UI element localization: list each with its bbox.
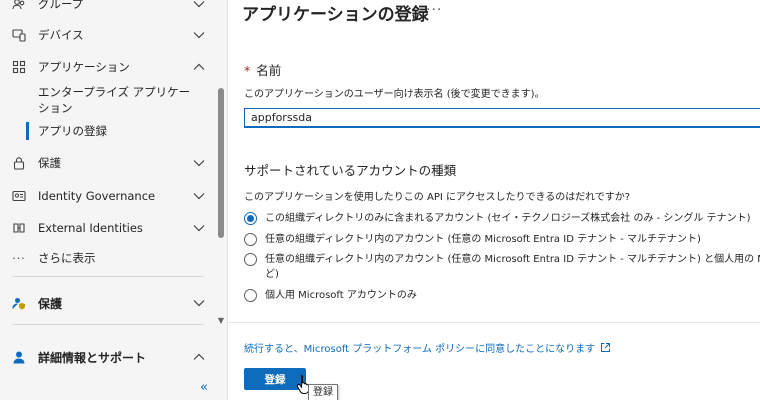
- account-type-option-personal-only[interactable]: 個人用 Microsoft アカウントのみ: [244, 288, 417, 303]
- sidebar-item-devices[interactable]: デバイス: [0, 19, 214, 51]
- required-marker: *: [244, 63, 251, 78]
- policy-link-text: 続行すると、Microsoft プラットフォーム ポリシーに同意したことになりま…: [244, 344, 596, 355]
- collapse-sidebar-button[interactable]: «: [200, 380, 208, 395]
- sidebar-item-label: External Identities: [38, 221, 143, 235]
- group-icon: [12, 0, 26, 11]
- radio-label: この組織ディレクトリのみに含まれるアカウント (セイ・テクノロジーズ株式会社 の…: [265, 213, 751, 224]
- sidebar-item-identity-governance[interactable]: Identity Governance: [0, 180, 214, 212]
- more-options-icon[interactable]: ···: [426, 2, 442, 18]
- sidebar: グループ デバイス アプリケーション エンタープライズ アプリケー ション アプ…: [0, 0, 228, 400]
- radio-label: 個人用 Microsoft アカウントのみ: [265, 290, 417, 301]
- name-field-label: * 名前: [244, 60, 281, 79]
- sidebar-subitem-label-cont: ション: [38, 101, 73, 115]
- sidebar-section-label: 詳細情報とサポート: [38, 350, 147, 365]
- chevron-up-icon[interactable]: [192, 60, 206, 74]
- name-label-text: 名前: [256, 63, 282, 78]
- chevron-down-icon[interactable]: [192, 296, 206, 310]
- sidebar-subitem-app-registrations[interactable]: アプリの登録: [38, 123, 107, 139]
- chevron-down-icon[interactable]: [192, 189, 206, 203]
- sidebar-subitem-enterprise-apps[interactable]: エンタープライズ アプリケー ション: [38, 84, 190, 116]
- lock-icon: [12, 156, 26, 170]
- chevron-down-icon[interactable]: [192, 0, 206, 11]
- chevron-up-icon[interactable]: [192, 350, 206, 364]
- account-types-title: サポートされているアカウントの種類: [244, 163, 457, 178]
- sidebar-item-show-more[interactable]: ··· さらに表示: [0, 242, 214, 274]
- sidebar-item-label: Identity Governance: [38, 189, 156, 203]
- radio-button[interactable]: [244, 253, 257, 266]
- more-icon: ···: [12, 251, 26, 265]
- sidebar-item-label: アプリケーション: [38, 60, 130, 74]
- sidebar-item-label: さらに表示: [38, 251, 96, 265]
- radio-label: 任意の組織ディレクトリ内のアカウント (任意の Microsoft Entra …: [265, 252, 760, 282]
- chevron-down-icon[interactable]: [192, 156, 206, 170]
- account-type-option-single-tenant[interactable]: この組織ディレクトリのみに含まれるアカウント (セイ・テクノロジーズ株式会社 の…: [244, 211, 751, 226]
- sidebar-section-protection[interactable]: 保護: [0, 287, 214, 319]
- app-name-input[interactable]: [244, 108, 760, 128]
- selected-indicator: [26, 122, 29, 140]
- protection-icon: [12, 296, 26, 310]
- radio-label: 任意の組織ディレクトリ内のアカウント (任意の Microsoft Entra …: [265, 234, 701, 245]
- account-type-option-multitenant-personal[interactable]: 任意の組織ディレクトリ内のアカウント (任意の Microsoft Entra …: [244, 252, 760, 282]
- radio-button[interactable]: [244, 289, 257, 302]
- support-icon: [12, 350, 26, 364]
- sidebar-subitem-label: エンタープライズ アプリケー: [38, 85, 191, 99]
- main-content: アプリケーションの登録 ··· * 名前 このアプリケーションのユーザー向け表示名…: [228, 0, 760, 400]
- chevron-down-icon[interactable]: [192, 28, 206, 42]
- external-identities-icon: [12, 221, 26, 235]
- external-link-icon: [600, 342, 611, 353]
- footer-separator: [228, 322, 760, 323]
- devices-icon: [12, 28, 26, 42]
- sidebar-item-label: デバイス: [38, 28, 84, 42]
- radio-button[interactable]: [244, 212, 257, 225]
- name-field-description: このアプリケーションのユーザー向け表示名 (後で変更できます)。: [244, 89, 545, 100]
- identity-governance-icon: [12, 189, 26, 203]
- page-title: アプリケーションの登録: [242, 5, 429, 25]
- radio-label-line1: 任意の組織ディレクトリ内のアカウント (任意の Microsoft Entra …: [265, 254, 760, 265]
- radio-label-line2: ど): [265, 269, 279, 280]
- sidebar-item-groups[interactable]: グループ: [0, 0, 214, 20]
- sidebar-item-label: グループ: [38, 0, 84, 11]
- radio-button[interactable]: [244, 233, 257, 246]
- sidebar-item-label: 保護: [38, 156, 61, 170]
- sidebar-subitem-label: アプリの登録: [38, 124, 107, 138]
- sidebar-section-label: 保護: [38, 296, 63, 311]
- sidebar-item-applications[interactable]: アプリケーション: [0, 51, 214, 83]
- applications-icon: [12, 60, 26, 74]
- sidebar-item-external-identities[interactable]: External Identities: [0, 212, 214, 244]
- sidebar-divider: [12, 324, 204, 325]
- account-type-option-multitenant[interactable]: 任意の組織ディレクトリ内のアカウント (任意の Microsoft Entra …: [244, 232, 701, 247]
- scroll-down-arrow-icon[interactable]: ▼: [216, 316, 226, 326]
- sidebar-section-support[interactable]: 詳細情報とサポート: [0, 341, 214, 373]
- platform-policy-link[interactable]: 続行すると、Microsoft プラットフォーム ポリシーに同意したことになりま…: [244, 340, 611, 355]
- register-tooltip: 登録: [308, 384, 338, 400]
- sidebar-item-protection[interactable]: 保護: [0, 147, 214, 179]
- account-types-question: このアプリケーションを使用したりこの API にアクセスしたりできるのはだれです…: [244, 192, 631, 203]
- sidebar-scrollbar-thumb[interactable]: [218, 88, 224, 238]
- chevron-down-icon[interactable]: [192, 221, 206, 235]
- sidebar-divider: [12, 276, 204, 277]
